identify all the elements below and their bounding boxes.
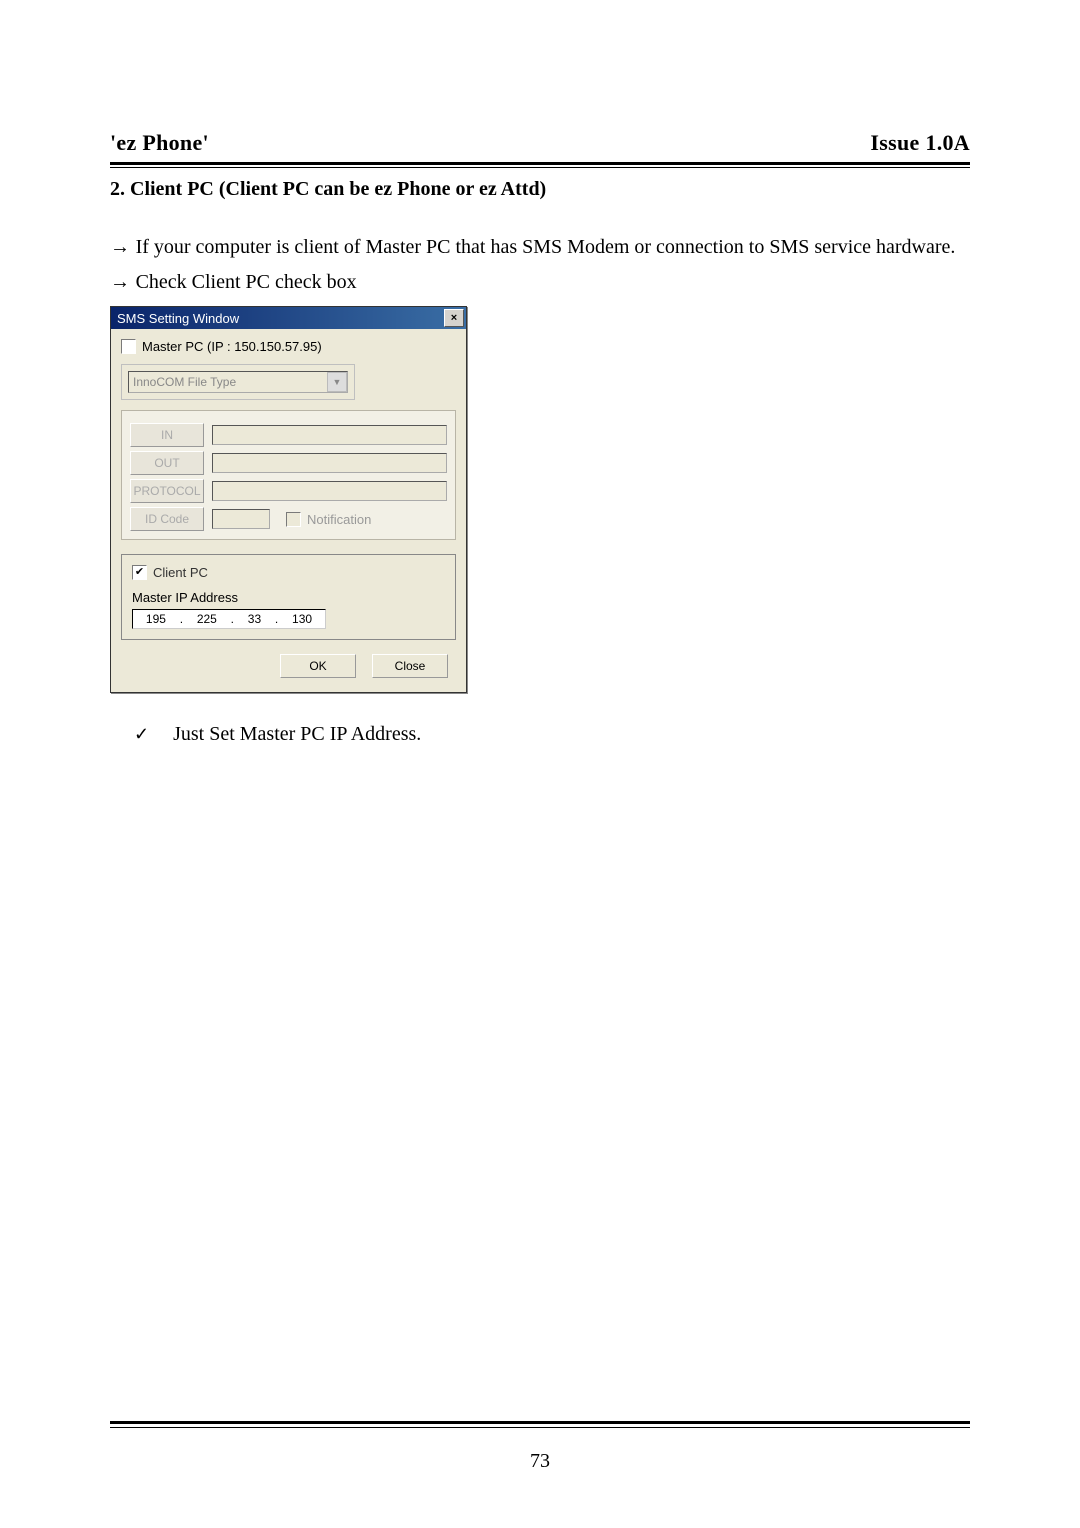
combo-text: InnoCOM File Type bbox=[129, 375, 327, 389]
dialog-buttons: OK Close bbox=[121, 654, 456, 678]
client-pc-checkbox[interactable]: ✔ bbox=[132, 565, 147, 580]
disabled-group: IN OUT PROTOCOL ID Code Notification bbox=[121, 410, 456, 540]
protocol-button: PROTOCOL bbox=[130, 479, 204, 503]
combo-wrap: InnoCOM File Type ▼ bbox=[121, 364, 355, 400]
ip-octet-2: 225 bbox=[197, 612, 217, 626]
body-text-1: If your computer is client of Master PC … bbox=[136, 236, 956, 258]
body-text-2: Check Client PC check box bbox=[136, 271, 357, 293]
master-ip-input[interactable]: 195 . 225 . 33 . 130 bbox=[132, 609, 326, 629]
out-button: OUT bbox=[130, 451, 204, 475]
close-icon[interactable]: × bbox=[444, 309, 464, 327]
client-pc-group: ✔ Client PC Master IP Address 195 . 225 … bbox=[121, 554, 456, 640]
arrow-icon: → bbox=[110, 271, 136, 293]
master-pc-checkbox[interactable] bbox=[121, 339, 136, 354]
notification-label: Notification bbox=[307, 512, 371, 527]
out-input bbox=[212, 453, 447, 473]
file-type-combo[interactable]: InnoCOM File Type ▼ bbox=[128, 371, 348, 393]
footer-rule bbox=[110, 1421, 970, 1428]
arrow-icon: → bbox=[110, 236, 136, 258]
idcode-button: ID Code bbox=[130, 507, 204, 531]
dialog-body: Master PC (IP : 150.150.57.95) InnoCOM F… bbox=[111, 329, 466, 692]
body-paragraph-1: → If your computer is client of Master P… bbox=[110, 229, 970, 265]
header-rule bbox=[110, 167, 970, 168]
ok-button[interactable]: OK bbox=[280, 654, 356, 678]
notification-checkbox bbox=[286, 512, 301, 527]
dialog-titlebar: SMS Setting Window × bbox=[111, 307, 466, 329]
page-header: 'ez Phone' Issue 1.0A bbox=[110, 130, 970, 165]
dialog-title: SMS Setting Window bbox=[117, 311, 239, 326]
ip-dot: . bbox=[231, 612, 234, 626]
idcode-input bbox=[212, 509, 270, 529]
section-title: 2. Client PC (Client PC can be ez Phone … bbox=[110, 178, 970, 201]
ip-dot: . bbox=[275, 612, 278, 626]
master-pc-label: Master PC (IP : 150.150.57.95) bbox=[142, 339, 322, 354]
in-input bbox=[212, 425, 447, 445]
ip-octet-1: 195 bbox=[146, 612, 166, 626]
ip-octet-4: 130 bbox=[292, 612, 312, 626]
body-paragraph-2: → Check Client PC check box bbox=[110, 271, 970, 294]
check-icon: ✓ bbox=[134, 724, 149, 745]
sms-setting-dialog: SMS Setting Window × Master PC (IP : 150… bbox=[110, 306, 467, 693]
master-pc-row: Master PC (IP : 150.150.57.95) bbox=[121, 339, 456, 354]
in-button: IN bbox=[130, 423, 204, 447]
master-ip-label: Master IP Address bbox=[132, 590, 445, 605]
close-button[interactable]: Close bbox=[372, 654, 448, 678]
ip-octet-3: 33 bbox=[248, 612, 261, 626]
client-pc-label: Client PC bbox=[153, 565, 208, 580]
header-right: Issue 1.0A bbox=[870, 130, 970, 156]
page-number: 73 bbox=[0, 1450, 1080, 1473]
note-row: ✓ Just Set Master PC IP Address. bbox=[110, 723, 970, 746]
header-left: 'ez Phone' bbox=[110, 130, 209, 156]
protocol-input bbox=[212, 481, 447, 501]
note-text: Just Set Master PC IP Address. bbox=[173, 723, 421, 746]
ip-dot: . bbox=[180, 612, 183, 626]
chevron-down-icon[interactable]: ▼ bbox=[327, 372, 347, 392]
